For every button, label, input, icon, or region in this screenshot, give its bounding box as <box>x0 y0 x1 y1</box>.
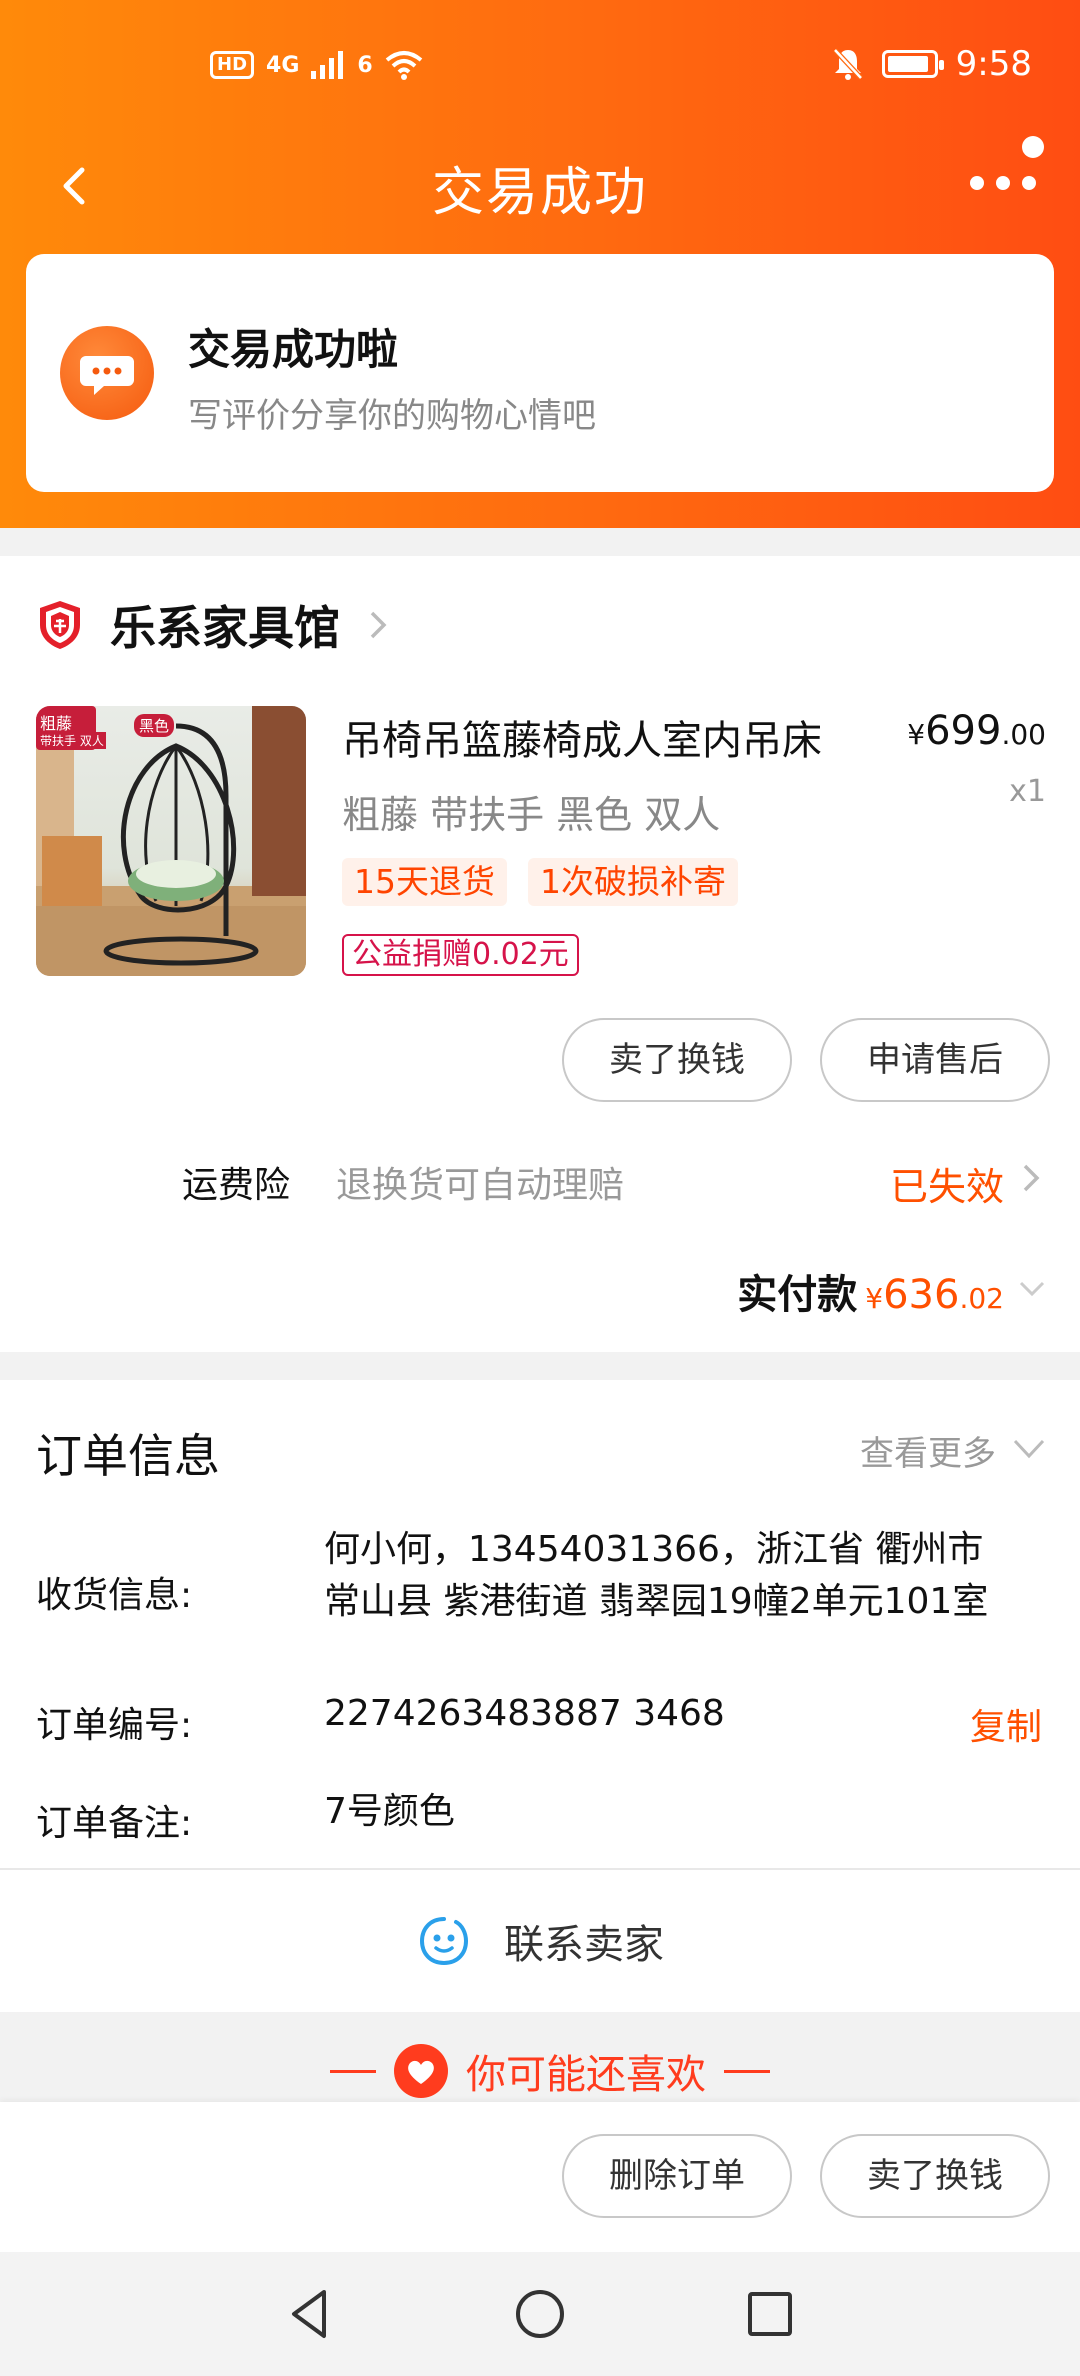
chevron-right-icon <box>370 611 387 639</box>
paid-label: 实付款 <box>737 1272 858 1318</box>
sell-for-cash-button-bottom[interactable]: 卖了换钱 <box>820 2134 1050 2218</box>
order-info-title: 订单信息 <box>36 1429 220 1483</box>
paid-amount-row: 实付款 ¥636.02 <box>737 1262 1004 1320</box>
shop-name: 乐系家具馆 <box>110 601 340 655</box>
address-line-2: 常山县 紫港街道 翡翠园19幢2单元101室 <box>324 1581 989 1622</box>
product-name[interactable]: 吊椅吊篮藤椅成人室内吊床 <box>342 708 822 766</box>
dot <box>996 176 1010 190</box>
shop-badge-icon <box>40 601 80 649</box>
paid-amount: ¥636.02 <box>865 1272 1004 1318</box>
status-right: 9:58 <box>832 44 1032 84</box>
image-tag-thick-rattan: 粗藤 <box>40 714 73 733</box>
order-number-label: 订单编号: <box>36 1705 193 1746</box>
status-left: HD 4G 6 <box>210 50 423 80</box>
order-note-label: 订单备注: <box>36 1803 193 1844</box>
decor-line <box>724 2069 770 2073</box>
notification-dot <box>1022 136 1044 158</box>
bottom-action-bar: 删除订单 卖了换钱 <box>0 2102 1080 2252</box>
more-dots-icon[interactable] <box>964 136 1044 206</box>
decor-line <box>330 2069 376 2073</box>
shop-row[interactable]: 乐系家具馆 <box>36 592 390 658</box>
wifi-icon <box>385 51 422 80</box>
after-sales-button[interactable]: 申请售后 <box>820 1018 1050 1102</box>
dot <box>970 176 984 190</box>
chevron-right-icon[interactable] <box>1020 1162 1042 1194</box>
chat-bubble-icon <box>60 326 154 420</box>
product-image[interactable]: 粗藤 带扶手 双人 黑色 <box>36 706 306 976</box>
contact-seller-label: 联系卖家 <box>504 1922 664 1968</box>
home-circle-icon[interactable] <box>510 2284 570 2344</box>
view-more-link[interactable]: 查看更多 <box>860 1426 996 1475</box>
chevron-down-icon[interactable] <box>1012 1438 1046 1460</box>
price-integer: 699 <box>925 708 1002 754</box>
review-prompt-card[interactable]: 交易成功啦 写评价分享你的购物心情吧 <box>26 254 1054 492</box>
signal-icon <box>311 51 344 79</box>
image-tag-armrest: 带扶手 双人 <box>38 732 106 749</box>
product-spec: 粗藤 带扶手 黑色 双人 <box>342 793 721 837</box>
product-quantity: x1 <box>1009 774 1046 809</box>
wifi-tag: 6 <box>357 52 373 78</box>
back-triangle-icon[interactable] <box>280 2284 340 2344</box>
order-info-card: 订单信息 查看更多 收货信息: 何小何，13454031366，浙江省 衢州市 … <box>0 1380 1080 2012</box>
page-title: 交易成功 <box>431 163 648 223</box>
recents-square-icon[interactable] <box>740 2284 800 2344</box>
delete-order-button[interactable]: 删除订单 <box>562 2134 792 2218</box>
address-line-1: 何小何，13454031366，浙江省 衢州市 <box>324 1529 984 1570</box>
heart-icon <box>394 2044 448 2098</box>
paid-decimal: .02 <box>959 1282 1004 1315</box>
shipping-insurance-status[interactable]: 已失效 <box>890 1156 1004 1211</box>
recommend-title: 你可能还喜欢 <box>466 2052 706 2098</box>
copy-button[interactable]: 复制 <box>970 1698 1042 1750</box>
recommend-section: 你可能还喜欢 <box>0 2012 1080 2102</box>
shipping-insurance-label: 运费险 <box>182 1165 291 1206</box>
status-time: 9:58 <box>955 44 1032 84</box>
order-number: 2274263483887 3468 <box>324 1693 725 1734</box>
tag-charity-donation: 公益捐赠0.02元 <box>342 934 579 976</box>
recommend-header: 你可能还喜欢 <box>330 2042 770 2100</box>
success-title: 交易成功啦 <box>188 325 399 374</box>
order-card: 乐系家具馆 粗藤 带扶手 双人 黑色 吊椅吊篮藤椅成人室内吊床 ¥699.00 … <box>0 556 1080 1352</box>
address-label: 收货信息: <box>36 1575 193 1616</box>
paid-integer: 636 <box>883 1272 960 1318</box>
success-subtitle: 写评价分享你的购物心情吧 <box>188 396 596 436</box>
shipping-insurance-desc: 退换货可自动理赔 <box>336 1165 625 1206</box>
hd-icon: HD <box>210 51 255 79</box>
order-note: 7号颜色 <box>324 1791 455 1832</box>
product-price: ¥699.00 <box>907 708 1046 754</box>
status-bar: HD 4G 6 9:58 <box>0 0 1080 136</box>
battery-icon <box>881 50 944 78</box>
contact-seller-button[interactable]: 联系卖家 <box>0 1870 1080 2012</box>
mute-bell-icon <box>832 48 863 80</box>
dot <box>1022 176 1036 190</box>
paid-symbol: ¥ <box>865 1282 884 1315</box>
price-symbol: ¥ <box>907 718 926 751</box>
image-tag-black: 黑色 <box>134 714 175 737</box>
tag-15-day-return: 15天退货 <box>342 858 507 906</box>
chevron-down-icon[interactable] <box>1018 1280 1046 1298</box>
contact-seller-icon <box>419 1917 468 1966</box>
signal-type: 4G <box>266 52 300 78</box>
system-navigation-bar <box>0 2252 1080 2376</box>
price-decimal: .00 <box>1001 718 1046 751</box>
nav-bar: 交易成功 <box>0 136 1080 236</box>
sell-for-cash-button[interactable]: 卖了换钱 <box>562 1018 792 1102</box>
tag-damage-resend: 1次破损补寄 <box>528 858 738 906</box>
